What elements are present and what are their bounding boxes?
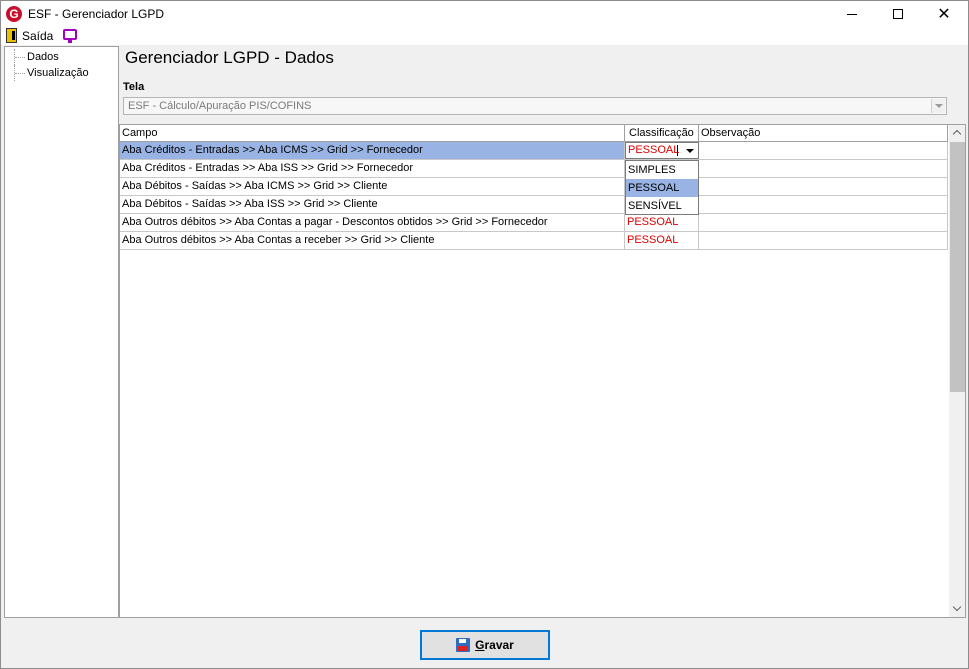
maximize-button[interactable] (875, 1, 921, 27)
tree-branch-line (14, 49, 25, 65)
chevron-down-icon[interactable] (931, 99, 945, 113)
monitor-icon[interactable] (63, 29, 77, 43)
cell-campo[interactable]: Aba Outros débitos >> Aba Contas a pagar… (120, 214, 625, 231)
cell-campo[interactable]: Aba Créditos - Entradas >> Aba ICMS >> G… (120, 142, 625, 159)
table-row[interactable]: Aba Débitos - Saídas >> Aba ICMS >> Grid… (120, 178, 948, 196)
cell-campo[interactable]: Aba Créditos - Entradas >> Aba ISS >> Gr… (120, 160, 625, 177)
navigation-tree: Dados Visualização (4, 46, 119, 618)
window-title: ESF - Gerenciador LGPD (28, 7, 165, 21)
vertical-scrollbar[interactable] (949, 125, 965, 617)
cell-campo[interactable]: Aba Outros débitos >> Aba Contas a receb… (120, 232, 625, 249)
cell-observacao[interactable] (699, 142, 948, 159)
cell-campo[interactable]: Aba Débitos - Saídas >> Aba ISS >> Grid … (120, 196, 625, 213)
cell-observacao[interactable] (699, 196, 948, 213)
table-row[interactable]: Aba Créditos - Entradas >> Aba ICMS >> G… (120, 142, 948, 160)
menu-bar: Saída (1, 27, 968, 45)
table-row[interactable]: Aba Créditos - Entradas >> Aba ISS >> Gr… (120, 160, 948, 178)
column-header-classificacao[interactable]: Classificação (625, 125, 699, 142)
minimize-button[interactable] (829, 1, 875, 27)
dropdown-option-sensivel[interactable]: SENSÍVEL (626, 197, 698, 215)
tree-item-label: Visualização (27, 67, 89, 79)
dropdown-option-simples[interactable]: SIMPLES (626, 161, 698, 179)
save-button-mnemonic: G (475, 638, 485, 652)
grid-header: Campo Classificação Observação (120, 125, 948, 142)
table-row[interactable]: Aba Débitos - Saídas >> Aba ISS >> Grid … (120, 196, 948, 214)
title-bar: G ESF - Gerenciador LGPD ✕ (1, 1, 968, 27)
tree-branch-line (14, 65, 25, 81)
classificacao-editor[interactable]: PESSOAL (625, 142, 699, 159)
classificacao-dropdown-list: SIMPLES PESSOAL SENSÍVEL (625, 160, 699, 215)
cell-observacao[interactable] (699, 214, 948, 231)
close-button[interactable]: ✕ (921, 1, 967, 27)
close-icon: ✕ (937, 6, 951, 23)
page-title: Gerenciador LGPD - Dados (125, 48, 334, 67)
scroll-down-icon[interactable] (949, 600, 965, 617)
tree-item-label: Dados (27, 51, 59, 63)
dropdown-option-pessoal[interactable]: PESSOAL (626, 179, 698, 197)
app-logo-icon: G (6, 6, 22, 22)
exit-door-icon[interactable] (6, 28, 17, 43)
cell-classificacao[interactable]: PESSOAL (625, 232, 699, 249)
table-row[interactable]: Aba Outros débitos >> Aba Contas a pagar… (120, 214, 948, 232)
maximize-icon (893, 9, 903, 19)
tela-select[interactable]: ESF - Cálculo/Apuração PIS/COFINS (123, 97, 947, 115)
save-button-label: ravar (484, 638, 514, 652)
scroll-up-icon[interactable] (949, 125, 965, 142)
column-header-observacao[interactable]: Observação (699, 125, 948, 142)
classificacao-editor-value: PESSOAL (628, 144, 680, 156)
menu-exit[interactable]: Saída (22, 29, 53, 43)
floppy-disk-icon (456, 638, 471, 652)
cell-campo[interactable]: Aba Débitos - Saídas >> Aba ICMS >> Grid… (120, 178, 625, 195)
cell-observacao[interactable] (699, 232, 948, 249)
save-button[interactable]: Gravar (420, 630, 550, 660)
text-caret (677, 145, 678, 156)
tela-label: Tela (123, 81, 145, 93)
column-header-campo[interactable]: Campo (120, 125, 625, 142)
minimize-icon (847, 13, 857, 15)
cell-classificacao[interactable]: PESSOAL (625, 214, 699, 231)
scrollbar-thumb[interactable] (950, 142, 965, 392)
cell-observacao[interactable] (699, 160, 948, 177)
chevron-down-icon[interactable] (680, 143, 698, 158)
tela-select-value: ESF - Cálculo/Apuração PIS/COFINS (128, 100, 312, 112)
cell-observacao[interactable] (699, 178, 948, 195)
table-row[interactable]: Aba Outros débitos >> Aba Contas a receb… (120, 232, 948, 250)
app-window: G ESF - Gerenciador LGPD ✕ Saída Dados V… (0, 0, 969, 669)
data-grid: Campo Classificação Observação Aba Crédi… (119, 124, 966, 618)
